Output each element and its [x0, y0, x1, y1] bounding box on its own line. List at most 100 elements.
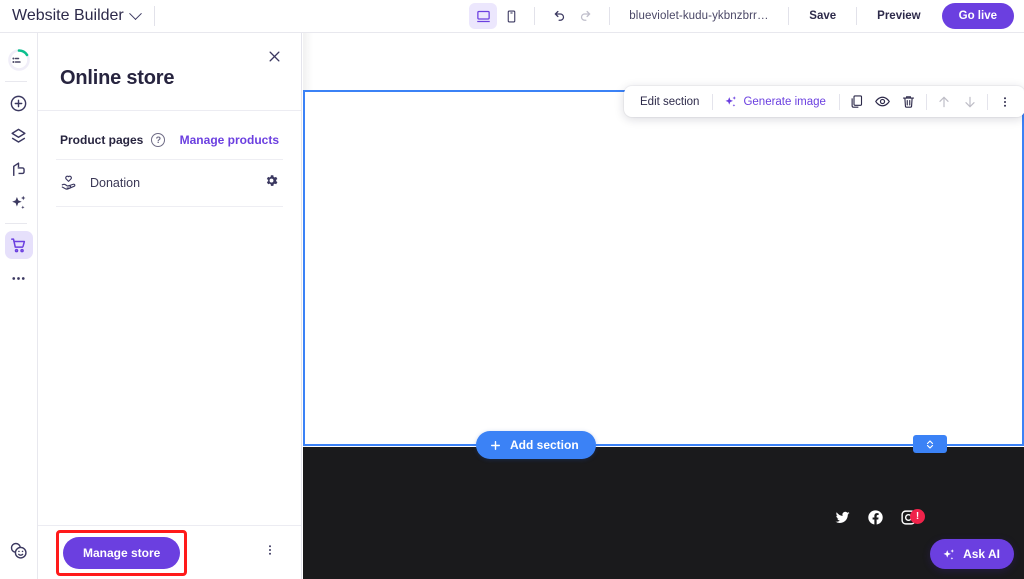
resize-vertical-icon: [924, 438, 936, 451]
theme-paint-icon: [9, 160, 28, 179]
ai-sparkle-icon: [9, 193, 28, 212]
section-more-button[interactable]: [992, 89, 1018, 115]
manage-store-button[interactable]: Manage store: [63, 537, 180, 569]
edit-section-button[interactable]: Edit section: [631, 96, 708, 108]
generate-image-button[interactable]: Generate image: [743, 96, 834, 108]
feedback-smiley-icon: [8, 540, 29, 561]
ai-sparkle-icon: [723, 94, 738, 109]
sidebar-item-add[interactable]: [5, 89, 33, 117]
kebab-menu-icon: [263, 543, 277, 557]
rail-bottom-group: [5, 531, 33, 579]
product-settings-button[interactable]: [264, 173, 279, 193]
undo-button[interactable]: [544, 3, 572, 29]
help-question-icon[interactable]: ?: [151, 133, 165, 147]
duplicate-section-button[interactable]: [844, 89, 870, 115]
top-toolbar: Website Builder: [0, 0, 1024, 33]
divider: [5, 223, 27, 224]
plus-icon: [489, 439, 502, 452]
add-element-icon: [9, 94, 28, 113]
sidebar-item-theme[interactable]: [5, 155, 33, 183]
website-builder-app: Website Builder: [0, 0, 1024, 579]
divider: [926, 94, 927, 110]
selected-section[interactable]: [303, 90, 1024, 446]
status-badge: !: [910, 509, 925, 524]
online-store-panel: Online store Product pages ? Manage prod…: [38, 33, 302, 579]
more-dots-icon: [9, 269, 28, 288]
add-section-button[interactable]: Add section: [476, 431, 596, 459]
move-section-down-button[interactable]: [957, 89, 983, 115]
sidebar-item-site-progress[interactable]: [5, 46, 33, 74]
ask-ai-button[interactable]: Ask AI: [930, 539, 1014, 569]
preview-button[interactable]: Preview: [866, 10, 931, 22]
gear-icon: [264, 173, 279, 188]
redo-button[interactable]: [572, 3, 600, 29]
redo-arrow-icon: [579, 9, 594, 24]
section-label: Product pages: [60, 133, 143, 147]
toggle-visibility-button[interactable]: [870, 89, 896, 115]
section-toolbar: Edit section Generate image: [624, 86, 1024, 117]
kebab-menu-icon: [998, 95, 1012, 109]
sidebar-item-more[interactable]: [5, 264, 33, 292]
panel-close-button[interactable]: [263, 45, 285, 67]
twitter-link[interactable]: [834, 509, 851, 526]
rail-top-group: [5, 33, 33, 297]
list-item[interactable]: Donation: [56, 159, 283, 207]
divider: [712, 94, 713, 110]
divider: [839, 94, 840, 110]
chevron-down-icon: [129, 7, 142, 20]
sidebar-item-layers[interactable]: [5, 122, 33, 150]
eye-icon: [874, 93, 891, 110]
add-section-label: Add section: [510, 438, 579, 452]
save-button[interactable]: Save: [798, 10, 847, 22]
duplicate-icon: [849, 94, 864, 109]
donation-hand-heart-icon: [60, 174, 78, 192]
generate-image-sparkle[interactable]: [717, 89, 743, 115]
ask-ai-label: Ask AI: [963, 547, 1000, 561]
divider: [609, 7, 610, 25]
sidebar-item-feedback[interactable]: [5, 536, 33, 564]
divider: [856, 7, 857, 25]
page-title: Online store: [60, 67, 279, 90]
arrow-down-icon: [962, 94, 978, 110]
section-resize-handle[interactable]: [913, 435, 947, 453]
list-item-label: Donation: [90, 176, 140, 190]
facebook-link[interactable]: [867, 509, 884, 526]
arrow-up-icon: [936, 94, 952, 110]
mobile-view-button[interactable]: [497, 3, 525, 29]
mobile-phone-icon: [505, 9, 518, 24]
sidebar-item-ai-tools[interactable]: [5, 188, 33, 216]
move-section-up-button[interactable]: [931, 89, 957, 115]
top-toolbar-right: blueviolet-kudu-ykbnzbrrv4s... Save Prev…: [469, 0, 1024, 32]
site-progress-icon: [7, 48, 31, 72]
delete-section-button[interactable]: [896, 89, 922, 115]
sidebar-item-online-store[interactable]: [5, 231, 33, 259]
panel-more-button[interactable]: [263, 543, 283, 562]
desktop-view-button[interactable]: [469, 3, 497, 29]
site-canvas[interactable]: Edit section Generate image: [303, 33, 1024, 579]
site-url-label[interactable]: blueviolet-kudu-ykbnzbrrv4s...: [619, 10, 779, 22]
facebook-icon: [867, 509, 884, 526]
product-pages-header: Product pages ? Manage products: [56, 111, 283, 159]
panel-body: Product pages ? Manage products Donation: [38, 111, 301, 525]
brand-menu[interactable]: Website Builder: [12, 0, 140, 32]
divider: [5, 81, 27, 82]
twitter-icon: [834, 509, 851, 526]
social-links: !: [834, 509, 917, 526]
divider: [987, 94, 988, 110]
left-icon-rail: [0, 33, 38, 579]
instagram-link[interactable]: !: [900, 509, 917, 526]
close-icon: [267, 49, 282, 64]
divider: [534, 7, 535, 25]
panel-header: Online store: [38, 33, 301, 111]
divider: [154, 6, 155, 26]
go-live-button[interactable]: Go live: [942, 3, 1014, 29]
site-footer-section[interactable]: !: [303, 447, 1024, 579]
trash-icon: [901, 94, 916, 109]
shopping-cart-icon: [9, 236, 28, 255]
undo-arrow-icon: [551, 9, 566, 24]
brand-label: Website Builder: [12, 7, 124, 25]
desktop-monitor-icon: [476, 9, 491, 24]
divider: [788, 7, 789, 25]
layers-icon: [9, 127, 28, 146]
manage-products-link[interactable]: Manage products: [180, 133, 279, 147]
